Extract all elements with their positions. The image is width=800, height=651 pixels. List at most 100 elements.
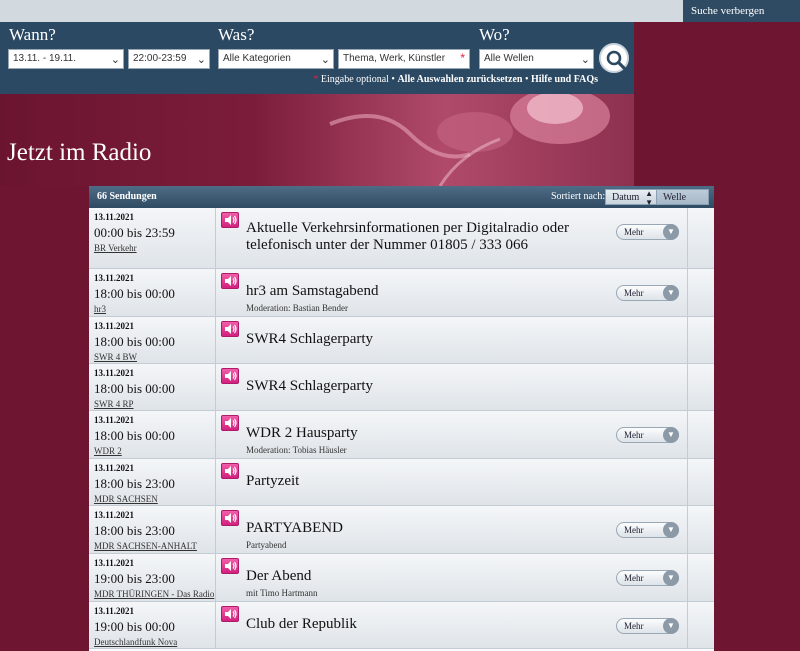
row-divider: [687, 364, 688, 410]
row-divider: [687, 602, 688, 648]
broadcast-date: 13.11.2021: [94, 273, 135, 283]
sort-by-date-button[interactable]: Datum ▲ ▼: [605, 189, 657, 207]
more-label: Mehr: [624, 430, 644, 440]
row-divider: [687, 506, 688, 553]
station-link[interactable]: BR Verkehr: [94, 243, 137, 253]
program-title: SWR4 Schlagerparty: [246, 378, 374, 394]
date-range-select[interactable]: 13.11. - 19.11. ⌄: [8, 49, 124, 69]
when-label: Wann?: [9, 25, 56, 44]
program-list: 66 Sendungen Sortiert nach: Datum ▲ ▼ Wel…: [89, 186, 714, 651]
broadcast-time: 00:00 bis 23:59: [94, 225, 175, 240]
audio-button[interactable]: [221, 321, 239, 337]
broadcast-date: 13.11.2021: [94, 321, 135, 331]
more-button[interactable]: Mehr ▼: [616, 224, 679, 240]
program-title: Club der Republik: [246, 616, 357, 632]
station-link[interactable]: WDR 2: [94, 446, 122, 456]
result-count: 66 Sendungen: [97, 191, 157, 202]
row-time-cell: 13.11.2021 19:00 bis 23:00 MDR THÜRINGEN -…: [89, 554, 216, 601]
station-select[interactable]: Alle Wellen ⌄: [479, 49, 594, 69]
broadcast-date: 13.11.2021: [94, 212, 135, 222]
audio-button[interactable]: [221, 415, 239, 431]
more-button[interactable]: Mehr ▼: [616, 285, 679, 301]
broadcast-date: 13.11.2021: [94, 606, 135, 616]
where-label: Wo?: [479, 25, 510, 44]
speaker-icon: [225, 276, 237, 286]
station-link[interactable]: MDR SACHSEN: [94, 494, 158, 504]
broadcast-time: 18:00 bis 23:00: [94, 523, 175, 538]
program-title: hr3 am Samstagabend: [246, 283, 379, 299]
more-button[interactable]: Mehr ▼: [616, 522, 679, 538]
chevron-down-icon: ▼: [663, 618, 679, 634]
search-panel: Wann? Was? Wo? 13.11. - 19.11. ⌄ 22:00-2…: [0, 22, 634, 94]
search-button[interactable]: [599, 43, 629, 73]
more-button[interactable]: Mehr ▼: [616, 618, 679, 634]
more-button[interactable]: Mehr ▼: [616, 570, 679, 586]
audio-button[interactable]: [221, 606, 239, 622]
broadcast-date: 13.11.2021: [94, 510, 135, 520]
date-range-value: 13.11. - 19.11.: [13, 53, 77, 64]
required-star-icon: *: [460, 51, 465, 65]
help-link[interactable]: Hilfe und FAQs: [531, 74, 598, 85]
station-link[interactable]: hr3: [94, 304, 106, 314]
more-label: Mehr: [624, 525, 644, 535]
station-link[interactable]: Deutschlandfunk Nova: [94, 637, 177, 647]
speaker-icon: [225, 371, 237, 381]
station-link[interactable]: MDR THÜRINGEN - Das Radio: [94, 589, 214, 599]
sort-label: Sortiert nach:: [551, 191, 606, 202]
more-label: Mehr: [624, 288, 644, 298]
time-range-select[interactable]: 22:00-23:59 ⌄: [128, 49, 210, 69]
program-title: Partyzeit: [246, 473, 300, 489]
speaker-icon: [225, 418, 237, 428]
audio-button[interactable]: [221, 558, 239, 574]
program-title: WDR 2 Hausparty: [246, 425, 358, 441]
chevron-down-icon: ⌄: [196, 54, 206, 66]
more-button[interactable]: Mehr ▼: [616, 427, 679, 443]
hide-search-button[interactable]: Suche verbergen: [683, 0, 800, 22]
speaker-icon: [225, 324, 237, 334]
broadcast-time: 18:00 bis 00:00: [94, 334, 175, 349]
search-hints: * Eingabe optional • Alle Auswahlen zurü…: [313, 74, 598, 85]
time-range-value: 22:00-23:59: [133, 53, 187, 64]
row-divider: [687, 459, 688, 505]
broadcast-time: 18:00 bis 00:00: [94, 428, 175, 443]
broadcast-time: 18:00 bis 00:00: [94, 381, 175, 396]
audio-button[interactable]: [221, 212, 239, 228]
program-title: SWR4 Schlagerparty: [246, 331, 374, 347]
broadcast-time: 18:00 bis 00:00: [94, 286, 175, 301]
top-strip: [0, 0, 800, 22]
category-select[interactable]: Alle Kategorien ⌄: [218, 49, 334, 69]
program-row: 13.11.2021 18:00 bis 23:00 MDR SACHSEN-ANH…: [89, 506, 714, 554]
required-mark: *: [313, 74, 319, 85]
row-divider: [687, 317, 688, 363]
row-time-cell: 13.11.2021 00:00 bis 23:59 BR Verkehr: [89, 208, 216, 268]
reset-link[interactable]: Alle Auswahlen zurücksetzen: [397, 74, 522, 85]
topic-placeholder: Thema, Werk, Künstler: [343, 53, 446, 64]
audio-button[interactable]: [221, 463, 239, 479]
program-row: 13.11.2021 19:00 bis 23:00 MDR THÜRINGEN -…: [89, 554, 714, 602]
chevron-down-icon: ⌄: [320, 54, 330, 66]
sort-arrows-icon: ▲ ▼: [645, 189, 653, 207]
sort-by-station-button[interactable]: Welle: [656, 189, 709, 205]
more-label: Mehr: [624, 573, 644, 583]
bullet: •: [524, 74, 529, 85]
speaker-icon: [225, 561, 237, 571]
speaker-icon: [225, 466, 237, 476]
audio-button[interactable]: [221, 368, 239, 384]
broadcast-date: 13.11.2021: [94, 463, 135, 473]
row-time-cell: 13.11.2021 18:00 bis 00:00 SWR 4 BW: [89, 317, 216, 363]
program-row: 13.11.2021 18:00 bis 00:00 WDR 2 WDR 2 Haus…: [89, 411, 714, 459]
station-link[interactable]: SWR 4 BW: [94, 352, 137, 362]
speaker-icon: [225, 215, 237, 225]
speaker-icon: [225, 609, 237, 619]
topic-search-input[interactable]: Thema, Werk, Künstler *: [338, 49, 470, 69]
chevron-down-icon: ▼: [663, 285, 679, 301]
row-divider: [687, 269, 688, 316]
audio-button[interactable]: [221, 510, 239, 526]
row-time-cell: 13.11.2021 18:00 bis 23:00 MDR SACHSEN: [89, 459, 216, 505]
program-row: 13.11.2021 18:00 bis 00:00 hr3 hr3 am Samst…: [89, 269, 714, 317]
station-link[interactable]: SWR 4 RP: [94, 399, 134, 409]
station-link[interactable]: MDR SACHSEN-ANHALT: [94, 541, 197, 551]
program-subtitle: Moderation: Tobias Häusler: [246, 445, 347, 455]
more-label: Mehr: [624, 227, 644, 237]
audio-button[interactable]: [221, 273, 239, 289]
